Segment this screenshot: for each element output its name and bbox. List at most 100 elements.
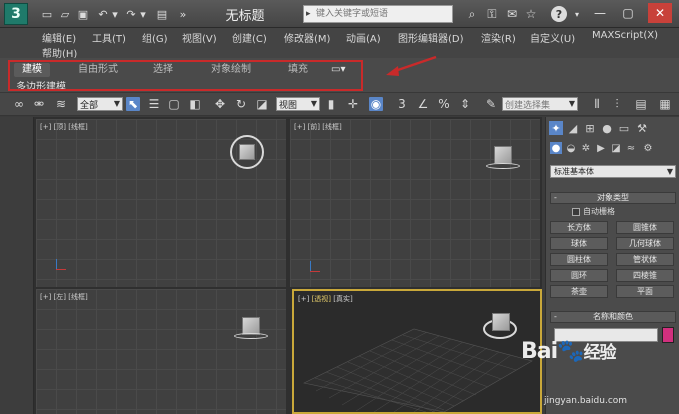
utilities-tab-icon[interactable]: ⚒ [635,121,649,135]
helpers-icon[interactable]: ◪ [610,142,622,154]
redo-dropdown-icon[interactable]: ▾ [136,7,150,21]
menu-maxscript[interactable]: MAXScript(X) [592,30,658,41]
layer-manager-icon[interactable]: ▤ [634,97,648,111]
plane-button[interactable]: 平面 [616,285,674,298]
open-folder-icon[interactable]: ▱ [58,7,72,21]
reference-coordinate-dropdown[interactable]: 视图 ▼ [276,97,320,111]
reference-coordinate-value: 视图 [279,100,298,111]
undo-dropdown-icon[interactable]: ▾ [108,7,122,21]
rollout-name-and-color[interactable]: - 名称和颜色 [550,311,676,323]
viewport-front-label[interactable]: [+] [前] [线框] [294,122,342,132]
highlight-box [8,60,363,91]
help-button[interactable]: ? [551,6,567,22]
menu-group[interactable]: 组(G) [142,30,168,45]
motion-tab-icon[interactable]: ● [600,121,614,135]
autogrid-checkbox[interactable]: 自动栅格 [572,206,615,217]
chevron-down-icon: ▼ [113,99,120,108]
viewport-top-label[interactable]: [+] [顶] [线框] [40,122,88,132]
chevron-down-icon: ▼ [568,99,575,108]
object-color-swatch[interactable] [662,327,674,343]
menu-modifiers[interactable]: 修改器(M) [284,30,330,45]
tube-button[interactable]: 管状体 [616,253,674,266]
menu-tools[interactable]: 工具(T) [92,30,126,45]
watermark-logo-text: Bai [521,339,558,364]
angle-snap-icon[interactable]: ∠ [416,97,430,111]
menu-customize[interactable]: 自定义(U) [530,30,575,45]
modify-tab-icon[interactable]: ◢ [566,121,580,135]
menu-views[interactable]: 视图(V) [182,30,217,45]
rollout-object-type[interactable]: - 对象类型 [550,192,676,204]
viewport-top[interactable]: [+] [顶] [线框] [36,119,286,287]
selection-filter-dropdown[interactable]: 全部 ▼ [77,97,123,111]
rectangular-selection-icon[interactable]: ▢ [167,97,181,111]
hierarchy-tab-icon[interactable]: ⊞ [583,121,597,135]
keyboard-shortcut-override-icon[interactable]: ◉ [369,97,383,111]
create-tab-icon[interactable]: ✦ [549,121,563,135]
pyramid-button[interactable]: 四棱锥 [616,269,674,282]
app-window: 3 ▭ ▱ ▣ ↶ ▾ ↷ ▾ ▤ » 无标题 ▸ ⌕ ⚿ ✉ ☆ ? ▾ — … [0,0,679,414]
menu-graph-editors[interactable]: 图形编辑器(D) [398,30,464,45]
binoculars-icon[interactable]: ⌕ [465,7,479,21]
teapot-button[interactable]: 茶壶 [550,285,608,298]
mirror-icon[interactable]: ⫴ [590,97,604,111]
help-dropdown-icon[interactable]: ▾ [570,7,584,21]
viewport-left-label[interactable]: [+] [左] [线框] [40,292,88,302]
sphere-button[interactable]: 球体 [550,237,608,250]
menu-edit[interactable]: 编辑(E) [42,30,76,45]
box-object[interactable] [494,146,512,164]
menu-create[interactable]: 创建(C) [232,30,267,45]
menu-animation[interactable]: 动画(A) [346,30,381,45]
torus-button[interactable]: 圆环 [550,269,608,282]
box-object[interactable] [492,313,510,331]
align-icon[interactable]: ⫶ [610,97,624,111]
key-icon[interactable]: ⚿ [485,7,499,21]
viewport-front[interactable]: [+] [前] [线框] [290,119,540,287]
primitive-category-dropdown[interactable]: 标准基本体 ▼ [550,165,676,178]
viewport-perspective[interactable]: [+] [透视] [真实] [292,289,542,414]
percent-snap-icon[interactable]: % [437,97,451,111]
render-setup-icon[interactable]: ▦ [658,97,672,111]
bind-spacewarp-icon[interactable]: ≋ [54,97,68,111]
scale-icon[interactable]: ◪ [255,97,269,111]
named-selection-dropdown[interactable]: 创建选择集 ▼ [502,97,578,111]
cone-button[interactable]: 圆锥体 [616,221,674,234]
save-icon[interactable]: ▣ [76,7,90,21]
spinner-snap-icon[interactable]: ⇕ [458,97,472,111]
spacewarps-icon[interactable]: ≈ [625,142,637,154]
link-icon[interactable]: ∞ [12,97,26,111]
window-crossing-icon[interactable]: ◧ [188,97,202,111]
close-button[interactable]: ✕ [648,3,672,23]
viewport-left[interactable]: [+] [左] [线框] [36,289,286,414]
more-icon[interactable]: » [176,7,190,21]
select-manipulate-icon[interactable]: ✛ [346,97,360,111]
search-input[interactable] [316,7,450,21]
maximize-button[interactable]: ▢ [616,3,640,23]
menu-rendering[interactable]: 渲染(R) [481,30,516,45]
select-object-icon[interactable]: ⬉ [126,97,140,111]
lights-icon[interactable]: ✲ [580,142,592,154]
rotate-icon[interactable]: ↻ [234,97,248,111]
unlink-icon[interactable]: ⚮ [32,97,46,111]
3dsmax-logo-icon[interactable]: 3 [4,3,28,25]
pivot-center-icon[interactable]: ▮ [324,97,338,111]
minimize-button[interactable]: — [588,3,612,23]
edit-named-selection-icon[interactable]: ✎ [484,97,498,111]
select-by-name-icon[interactable]: ☰ [147,97,161,111]
box-button[interactable]: 长方体 [550,221,608,234]
star-icon[interactable]: ☆ [524,7,538,21]
project-folder-icon[interactable]: ▤ [155,7,169,21]
systems-icon[interactable]: ⚙ [642,142,654,154]
snaps-toggle-icon[interactable]: 3 [395,97,409,111]
watermark-logo-suffix: 经验 [583,343,617,363]
box-object[interactable] [239,144,255,160]
display-tab-icon[interactable]: ▭ [617,121,631,135]
geosphere-button[interactable]: 几何球体 [616,237,674,250]
geometry-icon[interactable]: ● [550,142,562,154]
axis-y-icon [310,261,311,271]
shapes-icon[interactable]: ◒ [565,142,577,154]
cameras-icon[interactable]: ▶ [595,142,607,154]
new-file-icon[interactable]: ▭ [40,7,54,21]
favorites-icon[interactable]: ✉ [505,7,519,21]
cylinder-button[interactable]: 圆柱体 [550,253,608,266]
move-icon[interactable]: ✥ [213,97,227,111]
